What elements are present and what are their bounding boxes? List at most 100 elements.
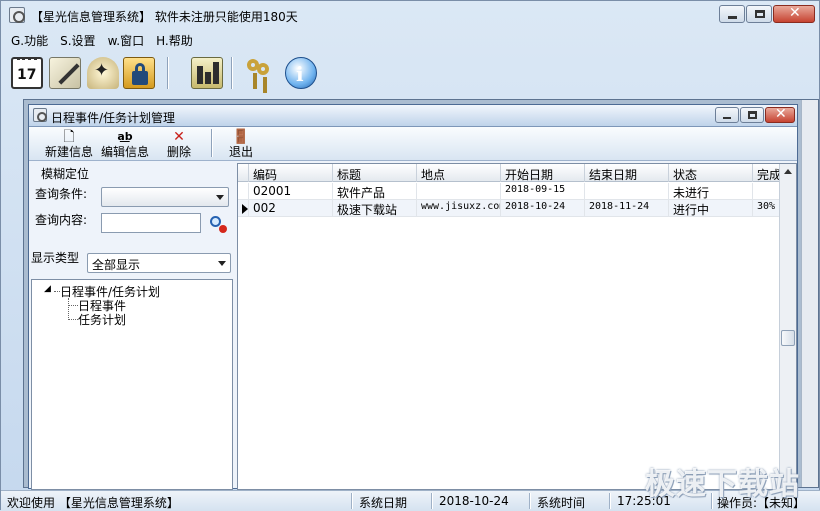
category-tree: ◢ 日程事件/任务计划 日程事件 任务计划: [31, 279, 233, 490]
key-shaft: [263, 77, 267, 93]
new-info-button[interactable]: 🗋 新建信息: [45, 129, 93, 159]
minimize-icon: [723, 117, 731, 119]
contacts-star-shape: ✦: [94, 60, 110, 81]
child-toolbar-separator: [211, 129, 213, 157]
child-caption-buttons: ✕: [714, 106, 795, 123]
condition-select[interactable]: [101, 187, 229, 207]
schedule-window: 日程事件/任务计划管理 ✕ 🗋 新建信息 a͟b 编辑信息 ✕ 删除 🚪 退出 …: [28, 104, 798, 490]
app-icon[interactable]: [9, 7, 25, 23]
menu-function[interactable]: G.功能: [5, 29, 54, 49]
content-input[interactable]: [101, 213, 201, 233]
contacts-icon[interactable]: ✦: [87, 57, 119, 89]
main-window: 【星光信息管理系统】 软件未注册只能使用180天 ✕ G.功能 S.设置 w.窗…: [0, 0, 820, 511]
tree-connector: [68, 319, 78, 320]
table-cell: [752, 183, 782, 200]
database-icon[interactable]: [191, 57, 223, 89]
tree-node-task-plan[interactable]: 任务计划: [78, 311, 126, 328]
keys-icon[interactable]: [243, 57, 275, 93]
table-scrollbar[interactable]: [779, 164, 796, 489]
status-time-label: 系统时间: [537, 496, 586, 510]
maximize-icon: [748, 111, 757, 119]
status-date-label: 系统日期: [359, 496, 408, 510]
column-header[interactable]: 完成: [752, 164, 782, 182]
display-type-value: 全部显示: [92, 258, 141, 272]
search-icon[interactable]: [209, 215, 227, 233]
exit-door-icon: 🚪: [232, 129, 250, 145]
menu-help[interactable]: H.帮助: [150, 29, 199, 49]
table-cell: 极速下载站: [332, 200, 416, 217]
status-separator: [529, 493, 531, 509]
db-bar: [213, 62, 219, 84]
display-type-label: 显示类型: [31, 251, 80, 265]
delete-button[interactable]: ✕ 删除: [167, 129, 191, 159]
display-type-select[interactable]: 全部显示: [87, 253, 231, 273]
column-header[interactable]: 结束日期: [584, 164, 668, 182]
table-row[interactable]: 02001 软件产品 2018-09-15 未进行: [238, 183, 782, 200]
new-info-label: 新建信息: [45, 145, 94, 159]
column-header[interactable]: 编码: [248, 164, 332, 182]
table-cell: 2018-11-24: [584, 200, 668, 217]
db-bar: [197, 66, 203, 84]
menu-settings[interactable]: S.设置: [54, 29, 101, 49]
child-window-title: 日程事件/任务计划管理: [51, 111, 176, 125]
lock-icon[interactable]: [123, 57, 155, 89]
calendar-day: 17: [17, 67, 37, 83]
caption-buttons: ✕: [718, 5, 815, 23]
condition-label: 查询条件:: [35, 187, 88, 201]
calendar-rings: [17, 57, 37, 62]
child-close-button[interactable]: ✕: [765, 106, 795, 123]
scroll-thumb[interactable]: [781, 330, 795, 346]
column-header[interactable]: 状态: [668, 164, 752, 182]
delete-label: 删除: [167, 145, 192, 159]
minimize-button[interactable]: [719, 5, 745, 23]
menu-window[interactable]: w.窗口: [102, 29, 151, 49]
child-maximize-button[interactable]: [740, 107, 764, 123]
tree-collapse-icon[interactable]: ◢: [44, 284, 51, 294]
table-cell: [584, 183, 668, 200]
table-cell: 未进行: [668, 183, 752, 200]
column-header[interactable]: 标题: [332, 164, 416, 182]
child-minimize-button[interactable]: [715, 107, 739, 123]
column-header[interactable]: 开始日期: [500, 164, 584, 182]
tree-connector: [68, 305, 78, 306]
status-separator: [609, 493, 611, 509]
main-toolbar: 17 ✦ i: [5, 53, 817, 93]
help-info-icon[interactable]: i: [285, 57, 317, 89]
mdi-workspace: 日程事件/任务计划管理 ✕ 🗋 新建信息 a͟b 编辑信息 ✕ 删除 🚪 退出 …: [23, 99, 819, 490]
close-button[interactable]: ✕: [773, 5, 815, 23]
edit-info-button[interactable]: a͟b 编辑信息: [101, 129, 149, 159]
close-icon: ✕: [775, 106, 787, 122]
lock-body: [132, 71, 148, 85]
close-icon: ✕: [789, 5, 801, 21]
column-header[interactable]: 地点: [416, 164, 500, 182]
workspace-scrollbar[interactable]: [801, 100, 818, 487]
table-cell: 软件产品: [332, 183, 416, 200]
window-title: 【星光信息管理系统】 软件未注册只能使用180天: [31, 10, 298, 24]
db-bar: [205, 72, 211, 84]
key-shaft: [253, 73, 257, 89]
table-cell: 30%: [752, 200, 782, 217]
table-cell: 2018-09-15: [500, 183, 584, 200]
table-header: 编码 标题 地点 开始日期 结束日期 状态 完成: [238, 164, 782, 182]
toolbar-separator: [231, 57, 233, 89]
table-row[interactable]: 002 极速下载站 www.jisuxz.com 2018-10-24 2018…: [238, 200, 782, 217]
title-bar[interactable]: 【星光信息管理系统】 软件未注册只能使用180天 ✕: [5, 3, 817, 27]
menu-bar: G.功能 S.设置 w.窗口 H.帮助: [5, 29, 817, 49]
table-cell: 002: [248, 200, 332, 217]
maximize-button[interactable]: [746, 5, 772, 23]
new-document-icon: 🗋: [63, 129, 75, 145]
exit-button[interactable]: 🚪 退出: [229, 129, 253, 159]
minimize-icon: [728, 16, 737, 19]
edit-text-icon: a͟b: [117, 130, 133, 143]
calendar-icon[interactable]: 17: [11, 57, 43, 89]
notepad-icon[interactable]: [49, 57, 81, 89]
status-separator: [351, 493, 353, 509]
watermark: 极速下载站: [645, 467, 800, 502]
status-separator: [431, 493, 433, 509]
scroll-up-icon[interactable]: [784, 169, 792, 174]
pen-shape: [58, 63, 80, 85]
exit-label: 退出: [229, 145, 254, 159]
child-app-icon[interactable]: [33, 108, 47, 122]
child-title-bar[interactable]: 日程事件/任务计划管理 ✕: [29, 105, 797, 127]
tree-connector: [68, 298, 69, 320]
